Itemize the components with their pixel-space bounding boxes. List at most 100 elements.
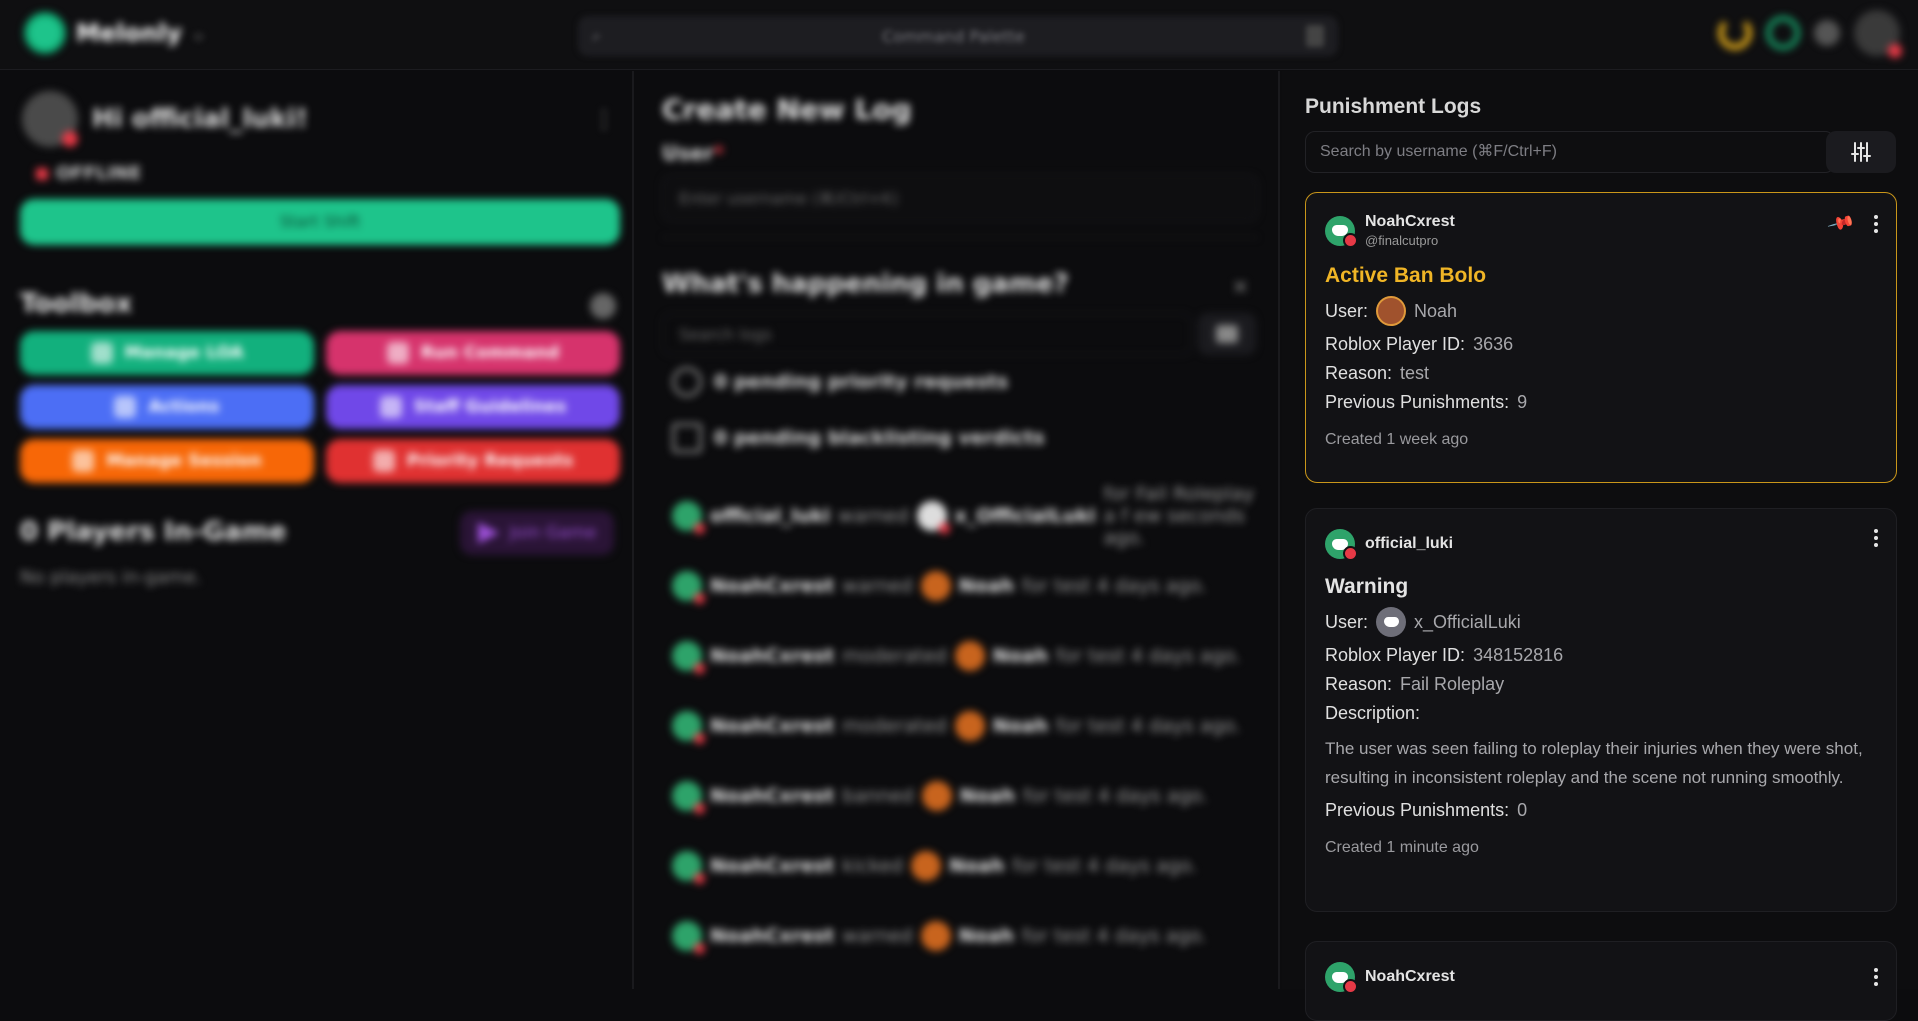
punishment-card[interactable]: NoahCxrest @finalcutpro 📌 Active Ban Bol… [1305, 192, 1897, 483]
top-right-actions [1718, 10, 1902, 58]
reason-field: Reason: test [1325, 363, 1877, 384]
punishment-card[interactable]: official_luki Warning User: x_OfficialLuk… [1305, 508, 1897, 912]
field-label: Previous Punishments: [1325, 392, 1510, 412]
previous-punishments-field: Previous Punishments: 0 [1325, 800, 1877, 821]
avatar [672, 851, 705, 884]
search-logs-input[interactable]: Search logs [662, 313, 1192, 355]
greeting-text: Hi official_luki! [92, 104, 308, 134]
discord-avatar-icon [1325, 215, 1358, 248]
discord-avatar-icon [1325, 529, 1358, 561]
avatar [920, 921, 951, 951]
play-icon [477, 522, 500, 544]
discord-avatar-icon [1325, 962, 1358, 994]
avatar [954, 711, 985, 741]
staff-guidelines-button[interactable]: Staff Guidelines [326, 385, 620, 429]
feed-item[interactable]: NoahCxrest banned Noah for test 4 days ago. [672, 761, 1262, 831]
pin-icon[interactable]: 📌 [1826, 209, 1855, 238]
field-label: Roblox Player ID: [1325, 334, 1466, 354]
avatar [672, 921, 705, 954]
field-label: Description: [1325, 703, 1421, 723]
more-options-icon[interactable]: ⋮ [592, 105, 616, 133]
field-value: Fail Roleplay [1400, 674, 1505, 694]
filter-logs-button[interactable] [1198, 313, 1256, 355]
status-text: OFFLINE [56, 163, 142, 184]
no-players-text: No players in-game. [20, 567, 202, 588]
punishment-logs-panel: Punishment Logs Search by username (⌘F/C… [1282, 71, 1918, 1021]
field-value[interactable]: Noah [1414, 301, 1457, 322]
start-shift-button[interactable]: Start Shift [20, 199, 620, 245]
notifications-bell-icon[interactable] [1814, 20, 1840, 46]
feed-item[interactable]: NoahCxrest warned Noah for test 4 days ago. [672, 551, 1262, 621]
pending-blacklist-row[interactable]: 0 pending blacklisting verdicts [672, 423, 1045, 453]
sliders-icon [1851, 142, 1871, 162]
run-command-button[interactable]: Run Command [326, 331, 620, 375]
whats-happening-title: What's happening in game? [662, 269, 1069, 299]
created-timestamp: Created 1 minute ago [1325, 839, 1479, 856]
field-label: Roblox Player ID: [1325, 645, 1466, 665]
priority-requests-button[interactable]: Priority Requests [326, 439, 620, 483]
pending-priority-row[interactable]: 0 pending priority requests [672, 367, 1008, 397]
avatar [910, 851, 941, 881]
search-username-input[interactable]: Search by username (⌘F/Ctrl+F) [1305, 131, 1835, 173]
feed-item[interactable]: NoahCxrest warned Noah for test 4 days ago. [672, 901, 1262, 971]
workspace-switcher[interactable]: Melonly ⌄ [24, 12, 205, 54]
more-options-icon[interactable] [1874, 529, 1878, 547]
filter-button[interactable] [1826, 131, 1896, 173]
moderator-handle: @finalcutpro [1365, 233, 1439, 248]
avatar [672, 501, 705, 534]
toolbox-grid: Manage LOA Run Command Actions Staff Gui… [20, 331, 620, 483]
user-avatar[interactable] [1854, 10, 1902, 58]
description-text: The user was seen failing to roleplay th… [1325, 739, 1863, 787]
toolbox-settings-icon[interactable] [590, 293, 616, 319]
field-value: 0 [1517, 800, 1528, 820]
actions-button[interactable]: Actions [20, 385, 314, 429]
moderator-username: NoahCxrest [1365, 213, 1455, 230]
close-icon[interactable]: ✕ [1232, 275, 1249, 299]
punishment-card[interactable]: NoahCxrest [1305, 941, 1897, 1021]
manage-session-button[interactable]: Manage Session [20, 439, 314, 483]
discord-avatar-icon [1376, 607, 1407, 637]
field-value: 3636 [1473, 334, 1514, 354]
status-icon[interactable] [1766, 16, 1800, 50]
punishment-type: Active Ban Bolo [1325, 264, 1487, 287]
more-options-icon[interactable] [1874, 968, 1878, 986]
card-header: official_luki [1325, 529, 1877, 561]
feed-item[interactable]: NoahCxrest moderated Noah for test 4 days a… [672, 691, 1262, 761]
moderator-username: NoahCxrest [1365, 968, 1455, 985]
user-label-text: User [662, 141, 714, 165]
avatar [920, 571, 951, 601]
user-field-label: User* [662, 141, 725, 165]
feed-item[interactable]: NoahCxrest moderated Noah for test 4 days a… [672, 621, 1262, 691]
user-field: User: Noah [1325, 296, 1877, 326]
card-actions: 📌 [1826, 209, 1878, 237]
brand-name: Melonly [76, 19, 182, 47]
tool-label: Manage LOA [124, 343, 244, 363]
player-id-field: Roblox Player ID: 348152816 [1325, 645, 1877, 666]
more-options-icon[interactable] [1874, 214, 1878, 233]
tool-label: Priority Requests [406, 451, 574, 471]
toolbox-title: Toolbox [20, 289, 133, 319]
create-log-title: Create New Log [662, 93, 912, 126]
avatar [916, 501, 950, 534]
pending-priority-text: 0 pending priority requests [714, 371, 1009, 393]
field-value[interactable]: x_OfficialLuki [1414, 612, 1521, 633]
field-value: test [1400, 363, 1430, 383]
field-label: User: [1325, 611, 1369, 632]
manage-loa-button[interactable]: Manage LOA [20, 331, 314, 375]
command-palette[interactable]: ⌕ Command Palette [578, 16, 1338, 56]
tool-label: Staff Guidelines [413, 397, 567, 417]
join-game-button[interactable]: Join Game [460, 511, 614, 555]
username-input[interactable]: Enter username (⌘/Ctrl+K) [662, 175, 1258, 221]
players-in-game-title: 0 Players In-Game [20, 517, 287, 547]
reason-field: Reason: Fail Roleplay [1325, 674, 1877, 695]
avatar [672, 641, 705, 674]
tool-label: Run Command [420, 343, 560, 363]
streak-icon[interactable] [1718, 16, 1752, 50]
feed-item[interactable]: NoahCxrest kicked Noah for test 4 days ago. [672, 831, 1262, 901]
command-palette-label: Command Palette [882, 26, 1025, 46]
avatar [954, 641, 985, 671]
previous-punishments-field: Previous Punishments: 9 [1325, 392, 1877, 413]
pending-blacklist-text: 0 pending blacklisting verdicts [714, 427, 1045, 449]
activity-feed: official_luki warned x_OfficialLuki for Fai… [672, 481, 1262, 971]
feed-item[interactable]: official_luki warned x_OfficialLuki for Fai… [672, 481, 1262, 551]
